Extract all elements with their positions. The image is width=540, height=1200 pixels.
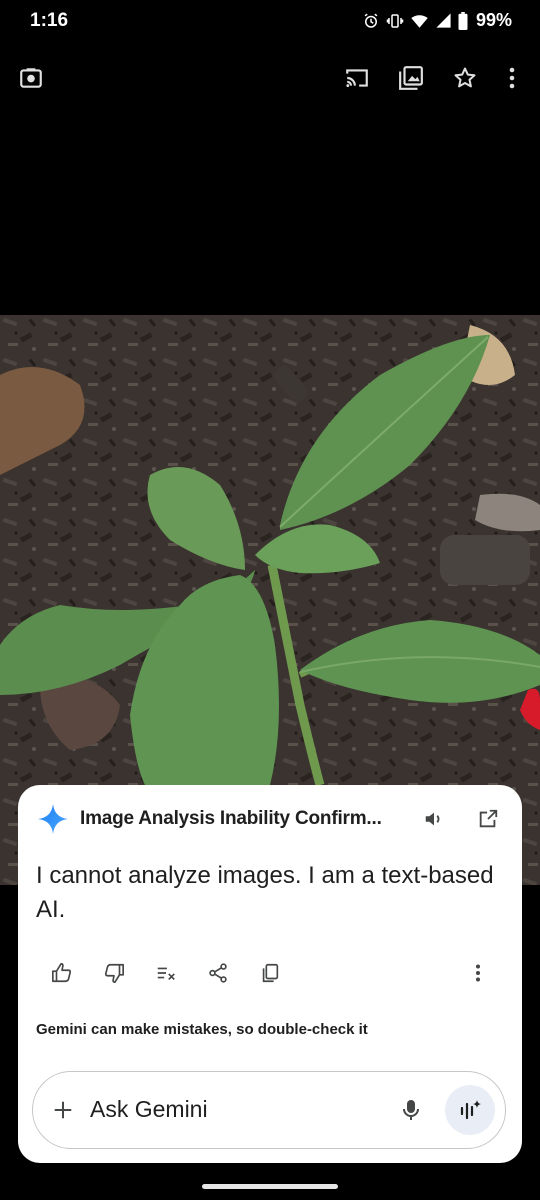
thumb-down-icon[interactable] [98, 957, 130, 989]
star-icon[interactable] [449, 62, 481, 94]
conversation-title: Image Analysis Inability Confirm... [80, 808, 382, 829]
viewer-top-bar [0, 56, 540, 100]
thumb-up-icon[interactable] [46, 957, 78, 989]
live-waveform-icon [460, 1100, 481, 1120]
response-text: I cannot analyze images. I am a text-bas… [36, 862, 494, 923]
plus-icon[interactable] [47, 1094, 79, 1126]
signal-icon [435, 12, 452, 29]
open-external-icon[interactable] [472, 803, 504, 835]
ask-gemini-input[interactable]: Ask Gemini [32, 1071, 506, 1149]
battery-percent: 99% [475, 10, 512, 30]
status-time: 1:16 [30, 10, 69, 31]
speaker-icon[interactable] [418, 803, 450, 835]
cast-icon[interactable] [341, 62, 373, 94]
gemini-live-button[interactable] [445, 1085, 495, 1135]
wifi-icon [410, 12, 429, 30]
share-icon[interactable] [202, 957, 234, 989]
vibrate-icon [386, 12, 404, 30]
home-indicator[interactable] [202, 1184, 338, 1189]
copy-icon[interactable] [254, 957, 286, 989]
more-vert-icon[interactable] [496, 62, 528, 94]
gemini-sparkle-icon [36, 802, 70, 836]
response-actions [46, 957, 494, 989]
gemini-response-sheet: Image Analysis Inability Confirm... I ca… [18, 785, 522, 1163]
modify-response-icon[interactable] [150, 957, 182, 989]
input-placeholder: Ask Gemini [90, 1096, 208, 1122]
microphone-icon[interactable] [395, 1094, 427, 1126]
battery-icon [458, 11, 468, 30]
status-icons: 99% [362, 10, 512, 31]
sheet-header: Image Analysis Inability Confirm... [36, 801, 504, 837]
gallery-icon[interactable] [395, 62, 427, 94]
more-vert-icon[interactable] [462, 957, 494, 989]
status-bar: 1:16 99% [0, 0, 540, 44]
disclaimer-text: Gemini can make mistakes, so double-chec… [36, 1021, 368, 1038]
alarm-icon [362, 12, 380, 30]
lens-icon[interactable] [15, 62, 47, 94]
